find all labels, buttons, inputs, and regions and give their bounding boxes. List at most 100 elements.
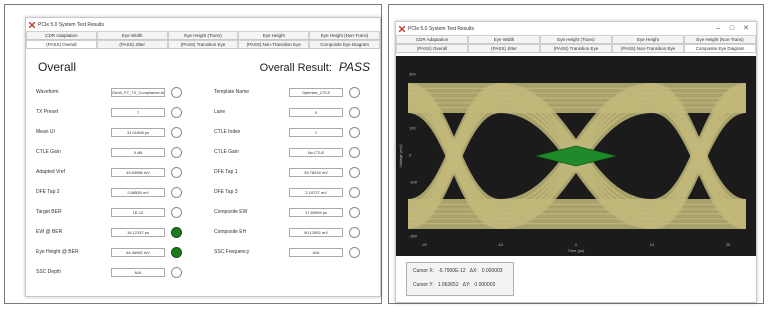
result-field: Mean UI 31.01598 ps (36, 122, 204, 142)
result-field: EW @ BER 16.12157 ps (36, 222, 204, 242)
overall-result: Overall Result: PASS (260, 60, 370, 74)
field-label: CTLE Gain (36, 149, 61, 155)
field-label: DFE Tap 1 (214, 169, 238, 175)
tab-non-transition-eye[interactable]: (PASS) Non-Transition Eye (612, 44, 684, 52)
field-label: SSC Depth (36, 269, 62, 275)
y-tick-label: 200 (409, 99, 416, 104)
field-value-box: 16.12157 ps (111, 227, 165, 237)
result-field: Lane 0 (214, 102, 382, 122)
y-tick-label: -300 (409, 234, 418, 239)
cursor-y-label: Cursor Y: (413, 282, 434, 288)
composite-eye-window: PCIe 5.0 System Test Results – □ ✕ CDR A… (395, 21, 757, 303)
status-indicator (171, 206, 182, 218)
field-value-box: 39.78516 mV (289, 167, 343, 177)
field-label: Composite EW (214, 209, 248, 215)
field-value-box: 7 (111, 107, 165, 117)
field-label: Mean UI (36, 129, 55, 135)
cursor-x-value: -5.7900E-12 (438, 268, 466, 274)
status-indicator (171, 186, 182, 198)
tab-composite-eye-diagram[interactable]: Composite Eye Diagram (684, 44, 756, 52)
tab-jitter[interactable]: (PASS) Jitter (468, 44, 540, 52)
overall-result-value: PASS (338, 60, 370, 74)
field-value-box: 1E-12 (111, 207, 165, 217)
y-tick-label: -100 (409, 180, 418, 185)
result-field: SSC Depth N/A (36, 262, 204, 282)
tab-eye-height[interactable]: Eye Height (612, 35, 684, 43)
eye-diagram-plot[interactable]: 300 200 100 0 -100 -200 -300 -20 -10 0 10 20 Time … (396, 56, 756, 256)
y-tick-label: -200 (409, 207, 418, 212)
tab-transition-eye[interactable]: (PASS) Transition Eye (167, 40, 239, 48)
field-value-box: Optimize_CTLE (289, 87, 343, 97)
cursor-dy-value: 0.000003 (474, 282, 496, 288)
tab-row-upper: CDR Adaptation Eye Width Eye Height (Tra… (396, 35, 756, 44)
result-field: DFE Tap 3 2.19727 mV (214, 182, 382, 202)
field-value-box: N/A (289, 247, 343, 257)
field-label: EW @ BER (36, 229, 63, 235)
status-indicator (171, 106, 182, 118)
x-tick-label: 10 (650, 242, 655, 247)
y-tick-label: 300 (409, 72, 416, 77)
tab-composite-eye-diagram[interactable]: Composite Eye Diagram (309, 40, 380, 48)
results-column-right: Template Name Optimize_CTLE Lane 0 CTLE Inde… (214, 82, 382, 262)
tab-eye-height-non-trans[interactable]: Eye Height (Non-Trans) (684, 35, 756, 43)
y-axis-label: Voltage (mV) (398, 144, 403, 168)
tab-cdr-adaptation[interactable]: CDR Adaptation (26, 31, 97, 39)
tab-cdr-adaptation[interactable]: CDR Adaptation (396, 35, 468, 43)
cursor-y-value: 1.063652 (437, 282, 459, 288)
cursor-x-label: Cursor X: (413, 268, 435, 274)
result-field: Adapted Vref 49.53986 mV (36, 162, 204, 182)
field-label: Eye Height @ BER (36, 249, 79, 255)
x-tick-label: -20 (421, 242, 428, 247)
status-indicator (349, 86, 360, 98)
title-bar: PCIe 5.0 System Test Results – □ ✕ (396, 22, 756, 35)
y-tick-label: 100 (409, 126, 416, 131)
overall-heading-row: Overall Overall Result: PASS (38, 58, 370, 76)
minimize-icon[interactable]: – (711, 22, 725, 35)
cursor-dx-value: 0.000003 (481, 268, 503, 274)
result-field: SSC Frequency N/A (214, 242, 382, 262)
tab-eye-height[interactable]: Eye Height (238, 31, 310, 39)
field-value-box: No CTLE (289, 147, 343, 157)
field-label: DFE Tap 3 (214, 189, 238, 195)
result-field: DFE Tap 1 39.78516 mV (214, 162, 382, 182)
tab-eye-height-trans[interactable]: Eye Height (Trans) (540, 35, 612, 43)
status-indicator (171, 146, 182, 158)
eye-diagram-svg: 3002001000-100-200-300 -20 -10 0 10 20 Time … (398, 72, 747, 253)
result-field: Waveform Gen5_P7_TX_Compliance.bin (36, 82, 204, 102)
tab-jitter[interactable]: (PASS) Jitter (96, 40, 168, 48)
right-screenshot-frame: PCIe 5.0 System Test Results – □ ✕ CDR A… (388, 4, 764, 304)
results-column-left: Waveform Gen5_P7_TX_Compliance.bin TX Pres… (36, 82, 204, 282)
tab-non-transition-eye[interactable]: (PASS) Non-Transition Eye (238, 40, 310, 48)
status-indicator (171, 126, 182, 138)
status-indicator (171, 86, 182, 98)
result-field: CTLE Index 1 (214, 122, 382, 142)
field-label: Template Name (214, 89, 250, 95)
app-icon (29, 21, 35, 28)
tab-eye-height-non-trans[interactable]: Eye Height (Non-Trans) (309, 31, 380, 39)
field-value-box: N/A (111, 267, 165, 277)
tab-overall[interactable]: (PASS) Overall (396, 44, 468, 52)
tab-transition-eye[interactable]: (PASS) Transition Eye (540, 44, 612, 52)
tab-eye-width[interactable]: Eye Width (468, 35, 540, 43)
status-indicator (349, 126, 360, 138)
cursor-dx-label: ΔX: (469, 268, 478, 274)
field-value-box: Gen5_P7_TX_Compliance.bin (111, 87, 165, 97)
field-value-box: 64.46982 mV (111, 247, 165, 257)
field-value-box: 2.68555 mV (111, 187, 165, 197)
maximize-icon[interactable]: □ (725, 22, 739, 35)
tab-eye-width[interactable]: Eye Width (96, 31, 168, 39)
result-field: TX Preset 7 (36, 102, 204, 122)
field-value-box: 0 (289, 107, 343, 117)
close-icon[interactable]: ✕ (739, 22, 753, 35)
cursor-readout-panel: Cursor X: -5.7900E-12 ΔX: 0.000003 Curso… (406, 262, 514, 296)
result-field: CTLE Gain No CTLE (214, 142, 382, 162)
tab-eye-height-trans[interactable]: Eye Height (Trans) (167, 31, 239, 39)
left-screenshot-frame: PCIe 5.0 System Test Results CDR Adaptat… (4, 4, 382, 304)
tab-row-upper: CDR Adaptation Eye Width Eye Height (Tra… (26, 31, 380, 40)
field-label: SSC Frequency (214, 249, 250, 255)
result-field: Template Name Optimize_CTLE (214, 82, 382, 102)
field-value-box: 2.19727 mV (289, 187, 343, 197)
cursor-x-line: Cursor X: -5.7900E-12 ΔX: 0.000003 (413, 268, 507, 274)
field-label: DFE Tap 2 (36, 189, 60, 195)
tab-overall[interactable]: (PASS) Overall (26, 40, 97, 48)
